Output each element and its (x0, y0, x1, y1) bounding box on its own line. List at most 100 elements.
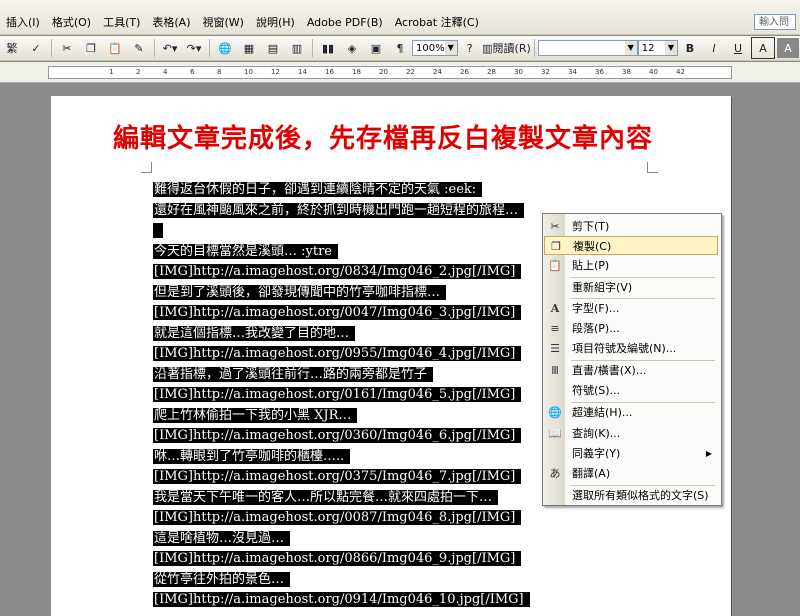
italic-button[interactable]: I (703, 38, 725, 58)
chevron-down-icon[interactable]: ▼ (444, 41, 457, 55)
zoom-select[interactable]: 100% ▼ (412, 40, 458, 56)
text-line[interactable]: 咻…轉眼到了竹亭咖啡的櫃檯….. (153, 447, 530, 468)
context-item-paragraph[interactable]: ≡ 段落(P)... (544, 319, 718, 338)
menu-window[interactable]: 視窗(W) (197, 14, 250, 32)
bold-button[interactable]: B (679, 38, 701, 58)
columns-icon[interactable]: ▮▮ (317, 38, 339, 58)
font-icon: A (550, 302, 560, 315)
help-search-input[interactable]: 輸入問 (754, 14, 796, 30)
margin-corner-mark (141, 162, 152, 173)
menu-insert[interactable]: 插入(I) (0, 14, 46, 32)
chevron-down-icon[interactable]: ▼ (624, 41, 637, 55)
chevron-down-icon[interactable]: ▼ (665, 41, 677, 55)
toolbar: 繁 ✓ ✂ ❐ 📋 ✎ ↶▾ ↷▾ 🌐 ▦ ▤ ▥ ▮▮ ◈ ▣ ¶ 100% … (0, 36, 800, 61)
spelling-icon[interactable]: ✓ (25, 38, 47, 58)
drawing-icon[interactable]: ◈ (341, 38, 363, 58)
traditional-chinese-button[interactable]: 繁 (1, 38, 23, 58)
show-hide-icon[interactable]: ¶ (389, 38, 411, 58)
insert-excel-icon[interactable]: ▥ (286, 38, 308, 58)
context-item-symbol[interactable]: 符號(S)... (544, 381, 718, 400)
hyperlink-icon[interactable]: 🌐 (214, 38, 236, 58)
text-line[interactable]: [IMG]http://a.imagehost.org/0866/Img046_… (153, 549, 530, 570)
ruler-tick: 40 (649, 68, 658, 76)
text-line[interactable]: 但是到了溪頭後，卻發現傳聞中的竹亭咖啡指標… (153, 283, 530, 304)
document-body[interactable]: 難得返台休假的日子，卻遇到連續陰晴不定的天氣 :eek: 還好在風神颱風來之前，… (153, 180, 530, 611)
context-item-bullets[interactable]: ☰ 項目符號及編號(N)... (544, 339, 718, 358)
format-painter-icon[interactable]: ✎ (128, 38, 150, 58)
context-item-copy[interactable]: ❐ 複製(C) (544, 236, 718, 255)
menu-tools[interactable]: 工具(T) (97, 14, 146, 32)
menu-acrobat-comments[interactable]: Acrobat 注釋(C) (389, 14, 485, 32)
insert-table-icon[interactable]: ▤ (262, 38, 284, 58)
context-item-select-similar[interactable]: 選取所有類似格式的文字(S) (544, 486, 718, 505)
ruler-numbers: 1 2 4 6 8 10 12 14 16 18 20 22 24 26 28 … (109, 67, 703, 78)
menu-adobe-pdf[interactable]: Adobe PDF(B) (301, 14, 389, 32)
text-line[interactable]: 我是當天下午唯一的客人…所以點完餐…就來四處拍一下… (153, 488, 530, 509)
text-line[interactable]: 還好在風神颱風來之前，終於抓到時機出門跑一趟短程的旅程… (153, 201, 530, 222)
context-item-text-direction[interactable]: Ⅲ 直書/橫書(X)... (544, 361, 718, 380)
text-direction-icon: Ⅲ (551, 364, 559, 377)
font-size-select[interactable]: 12 ▼ (637, 40, 678, 56)
redo-icon[interactable]: ↷▾ (183, 38, 205, 58)
text-line[interactable]: 今天的目標當然是溪頭… :ytre (153, 242, 530, 263)
ruler-tick: 20 (379, 68, 388, 76)
ruler-tick: 18 (352, 68, 361, 76)
document-map-icon[interactable]: ▣ (365, 38, 387, 58)
text-line[interactable]: [IMG]http://a.imagehost.org/0360/Img046_… (153, 426, 530, 447)
context-item-synonyms[interactable]: 同義字(Y) ▶ (544, 444, 718, 463)
ruler-tick: 4 (163, 68, 168, 76)
help-icon[interactable]: ? (459, 38, 481, 58)
text-line[interactable]: 爬上竹林偷拍一下我的小黑 XJR… (153, 406, 530, 427)
text-line[interactable]: [IMG]http://a.imagehost.org/0087/Img046_… (153, 508, 530, 529)
context-item-cut[interactable]: ✂ 剪下(T) (544, 217, 718, 236)
context-item-reconvert[interactable]: 重新組字(V) (544, 278, 718, 297)
ruler-tick: 24 (433, 68, 442, 76)
ruler-tick: 30 (514, 68, 523, 76)
text-line[interactable]: 沿著指標，過了溪頭往前行…路的兩旁都是竹子 (153, 365, 530, 386)
font-size-value: 12 (641, 43, 655, 54)
paragraph-icon: ≡ (550, 322, 560, 335)
context-item-font[interactable]: A 字型(F)... (544, 299, 718, 318)
context-item-hyperlink[interactable]: 🌐 超連結(H)... (544, 403, 718, 422)
zoom-value: 100% (416, 43, 445, 54)
text-line[interactable]: [IMG]http://a.imagehost.org/0047/Img046_… (153, 303, 530, 324)
ruler-tick: 16 (325, 68, 334, 76)
menu-help[interactable]: 說明(H) (250, 14, 301, 32)
context-item-translate[interactable]: あ 翻譯(A) (544, 464, 718, 483)
read-button[interactable]: ▥ 閱讀(R) (482, 38, 531, 58)
character-shading-button[interactable]: A (777, 38, 799, 58)
ruler-tick: 38 (622, 68, 631, 76)
character-border-button[interactable]: A (751, 37, 775, 59)
context-item-lookup[interactable]: 📖 查詢(K)... (544, 424, 718, 443)
horizontal-ruler[interactable]: 1 2 4 6 8 10 12 14 16 18 20 22 24 26 28 … (0, 62, 800, 83)
ruler-tick: 10 (244, 68, 253, 76)
menu-row: 插入(I) 格式(O) 工具(T) 表格(A) 視窗(W) 說明(H) Adob… (0, 14, 485, 32)
ruler-tick: 2 (136, 68, 141, 76)
menu-table[interactable]: 表格(A) (146, 14, 196, 32)
font-select[interactable]: ▼ (538, 40, 638, 56)
text-line[interactable]: [IMG]http://a.imagehost.org/0161/Img046_… (153, 385, 530, 406)
text-line[interactable]: [IMG]http://a.imagehost.org/0375/Img046_… (153, 467, 530, 488)
lookup-icon: 📖 (548, 427, 562, 440)
ruler-tick: 26 (460, 68, 469, 76)
text-line[interactable]: 從竹亭往外拍的景色… (153, 570, 530, 591)
text-line[interactable]: 難得返台休假的日子，卻遇到連續陰晴不定的天氣 :eek: (153, 180, 530, 201)
margin-corner-mark (647, 162, 658, 173)
text-line[interactable]: [IMG]http://a.imagehost.org/0914/Img046_… (153, 590, 530, 611)
text-line[interactable]: 這是啥植物…沒見過… (153, 529, 530, 550)
undo-icon[interactable]: ↶▾ (159, 38, 181, 58)
context-menu: ✂ 剪下(T) ❐ 複製(C) 📋 貼上(P) 重新組字(V) A 字型(F).… (542, 213, 722, 506)
text-line[interactable]: [IMG]http://a.imagehost.org/0834/Img046_… (153, 262, 530, 283)
text-line[interactable] (153, 221, 530, 242)
paste-icon[interactable]: 📋 (104, 38, 126, 58)
cut-icon[interactable]: ✂ (56, 38, 78, 58)
text-line[interactable]: [IMG]http://a.imagehost.org/0955/Img046_… (153, 344, 530, 365)
ruler-tick: 12 (271, 68, 280, 76)
tables-borders-icon[interactable]: ▦ (238, 38, 260, 58)
underline-button[interactable]: U (727, 38, 749, 58)
menu-format[interactable]: 格式(O) (46, 14, 97, 32)
text-line[interactable]: 就是這個指標…我改變了目的地… (153, 324, 530, 345)
toolbar-separator (209, 39, 210, 57)
copy-icon[interactable]: ❐ (80, 38, 102, 58)
context-item-paste[interactable]: 📋 貼上(P) (544, 256, 718, 275)
